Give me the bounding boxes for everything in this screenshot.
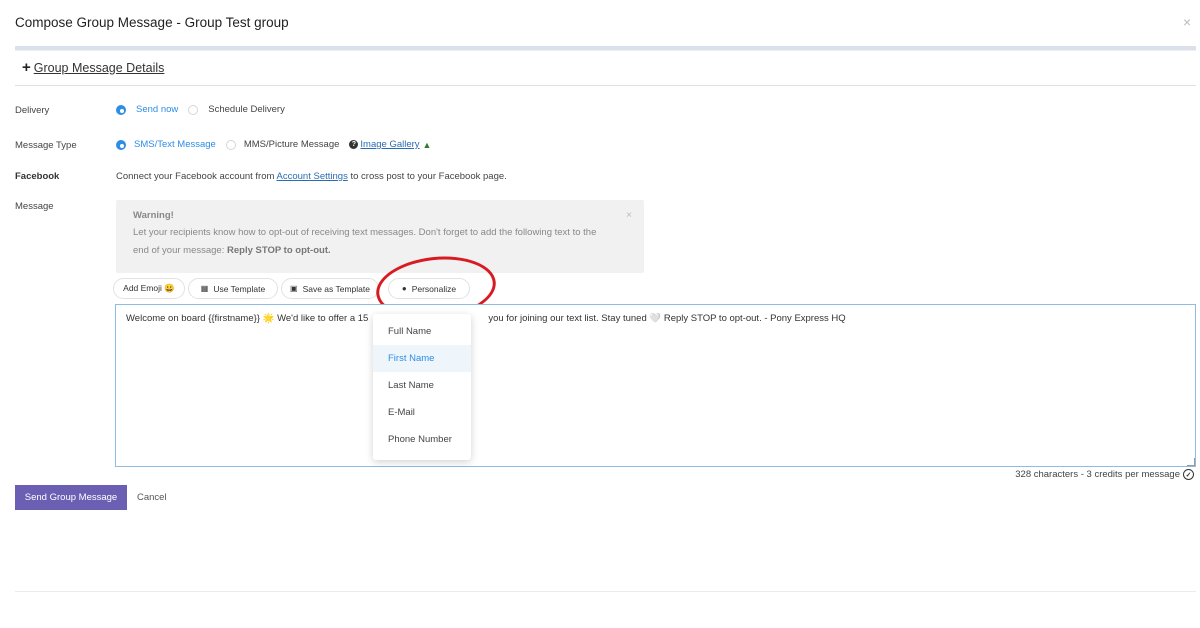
- image-gallery-link[interactable]: Image Gallery: [360, 139, 419, 150]
- footer-divider: [15, 591, 1196, 592]
- mms-radio[interactable]: [225, 139, 236, 150]
- use-template-button[interactable]: ▦ Use Template: [188, 278, 278, 299]
- cancel-link[interactable]: Cancel: [137, 492, 167, 503]
- close-icon[interactable]: ×: [1183, 14, 1191, 30]
- check-circle-icon: ✓: [1183, 469, 1194, 480]
- warning-body: Let your recipients know how to opt-out …: [133, 224, 627, 260]
- personalize-dropdown: Full Name First Name Last Name E-Mail Ph…: [373, 314, 471, 460]
- details-toggle-label: Group Message Details: [33, 60, 165, 75]
- facebook-connect-text: Connect your Facebook account from Accou…: [116, 171, 507, 182]
- save-icon: ▣: [290, 284, 298, 293]
- grid-icon: ▦: [200, 284, 209, 293]
- question-icon: ?: [349, 140, 359, 149]
- message-text-left: Welcome on board {{firstname}} 🌟 We'd li…: [126, 313, 369, 324]
- personalize-label: Personalize: [411, 283, 457, 294]
- opt-out-warning: Warning! Let your recipients know how to…: [116, 200, 644, 273]
- warning-line-2: end of your message:: [133, 245, 227, 256]
- send-group-message-button[interactable]: Send Group Message: [15, 485, 127, 510]
- add-emoji-button[interactable]: Add Emoji 😀: [113, 278, 185, 299]
- message-type-options: SMS/Text Message MMS/Picture Message ? I…: [116, 139, 431, 150]
- sms-radio[interactable]: [116, 139, 126, 150]
- facebook-text-before: Connect your Facebook account from: [116, 171, 277, 182]
- message-text-right: you for joining our text list. Stay tune…: [488, 313, 846, 324]
- save-template-label: Save as Template: [302, 283, 370, 294]
- delivery-options: Send now Schedule Delivery: [116, 104, 285, 115]
- menu-item-full-name[interactable]: Full Name: [373, 318, 471, 345]
- message-textarea[interactable]: Welcome on board {{firstname}} 🌟 We'd li…: [115, 304, 1196, 467]
- warning-line-1: Let your recipients know how to opt-out …: [133, 227, 597, 238]
- send-now-label[interactable]: Send now: [136, 104, 178, 115]
- account-settings-link[interactable]: Account Settings: [277, 171, 348, 182]
- plus-icon: +: [22, 59, 31, 76]
- character-counter: 328 characters - 3 credits per message ✓: [1015, 469, 1194, 480]
- resize-handle[interactable]: [1187, 458, 1195, 466]
- menu-item-phone-number[interactable]: Phone Number: [373, 426, 471, 453]
- menu-item-first-name[interactable]: First Name: [373, 345, 471, 372]
- warning-title: Warning!: [133, 210, 174, 221]
- counter-text: 328 characters - 3 credits per message: [1015, 469, 1180, 480]
- warning-close-icon[interactable]: ×: [626, 207, 632, 225]
- message-type-label: Message Type: [15, 140, 77, 151]
- section-divider: [15, 85, 1196, 86]
- group-message-details-toggle[interactable]: + Group Message Details: [22, 60, 164, 75]
- title-divider-line: [15, 50, 1196, 51]
- user-icon: ●: [401, 284, 407, 293]
- tree-icon: ▲: [422, 139, 432, 150]
- menu-item-email[interactable]: E-Mail: [373, 399, 471, 426]
- personalize-button[interactable]: ● Personalize: [388, 278, 470, 299]
- modal-title: Compose Group Message - Group Test group: [15, 15, 289, 30]
- use-template-label: Use Template: [213, 283, 266, 294]
- warning-bold-text: Reply STOP to opt-out.: [227, 245, 331, 256]
- sms-label[interactable]: SMS/Text Message: [134, 139, 216, 150]
- facebook-label: Facebook: [15, 171, 60, 182]
- add-emoji-label: Add Emoji 😀: [123, 283, 175, 293]
- delivery-label: Delivery: [15, 105, 50, 116]
- message-label: Message: [15, 201, 54, 212]
- mms-label[interactable]: MMS/Picture Message: [244, 139, 340, 150]
- schedule-delivery-label[interactable]: Schedule Delivery: [208, 104, 285, 115]
- menu-item-last-name[interactable]: Last Name: [373, 372, 471, 399]
- send-now-radio[interactable]: [116, 104, 126, 115]
- facebook-text-after: to cross post to your Facebook page.: [347, 171, 507, 182]
- save-as-template-button[interactable]: ▣ Save as Template: [281, 278, 379, 299]
- schedule-delivery-radio[interactable]: [188, 104, 199, 115]
